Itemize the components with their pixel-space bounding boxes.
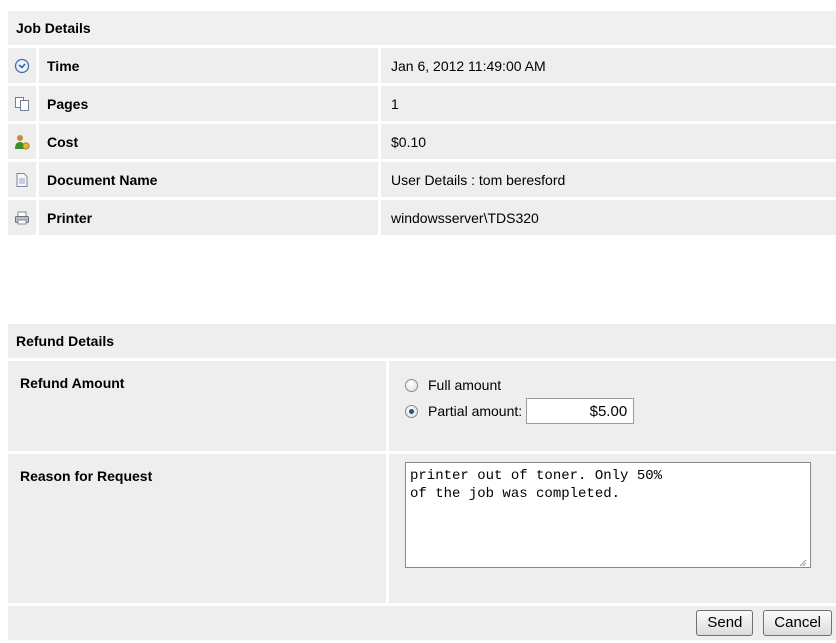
cost-icon <box>14 134 30 150</box>
partial-amount-option[interactable]: Partial amount: <box>405 398 836 424</box>
job-row-document: Document Name User Details : tom beresfo… <box>8 162 836 197</box>
resize-grip-icon[interactable] <box>799 559 807 567</box>
actions-row: Send Cancel <box>8 606 836 640</box>
full-amount-label: Full amount <box>428 377 502 393</box>
time-label: Time <box>39 48 381 83</box>
pages-label: Pages <box>39 86 381 121</box>
printer-value: windowsserver\TDS320 <box>381 200 836 235</box>
partial-amount-input[interactable] <box>526 398 635 424</box>
job-row-time: Time Jan 6, 2012 11:49:00 AM <box>8 48 836 83</box>
refund-details-title: Refund Details <box>8 324 836 358</box>
clock-icon <box>14 58 30 74</box>
job-row-printer: Printer windowsserver\TDS320 <box>8 200 836 235</box>
reason-textarea[interactable]: printer out of toner. Only 50% of the jo… <box>405 462 811 568</box>
document-name-label: Document Name <box>39 162 381 197</box>
job-details-title: Job Details <box>8 11 836 45</box>
job-details-table: Job Details Time Jan 6, 2012 11:49:00 AM… <box>8 8 836 238</box>
refund-details-table: Refund Details Refund Amount Full amount… <box>8 321 836 643</box>
cost-value: $0.10 <box>381 124 836 159</box>
refund-amount-label: Refund Amount <box>8 361 389 451</box>
refund-amount-row: Refund Amount Full amount Partial amount… <box>8 361 836 451</box>
document-icon <box>14 172 30 188</box>
cost-label: Cost <box>39 124 381 159</box>
job-row-pages: Pages 1 <box>8 86 836 121</box>
reason-label: Reason for Request <box>8 454 389 603</box>
time-value: Jan 6, 2012 11:49:00 AM <box>381 48 836 83</box>
printer-label: Printer <box>39 200 381 235</box>
job-row-cost: Cost $0.10 <box>8 124 836 159</box>
pages-icon <box>14 96 30 112</box>
full-amount-radio[interactable] <box>405 378 418 392</box>
reason-row: Reason for Request printer out of toner.… <box>8 454 836 603</box>
partial-amount-label: Partial amount: <box>428 403 523 419</box>
send-button[interactable]: Send <box>696 610 754 636</box>
partial-amount-radio[interactable] <box>405 404 418 418</box>
cancel-button[interactable]: Cancel <box>763 610 832 636</box>
full-amount-option[interactable]: Full amount <box>405 373 836 397</box>
printer-icon <box>14 210 30 226</box>
pages-value: 1 <box>381 86 836 121</box>
document-name-value: User Details : tom beresford <box>381 162 836 197</box>
